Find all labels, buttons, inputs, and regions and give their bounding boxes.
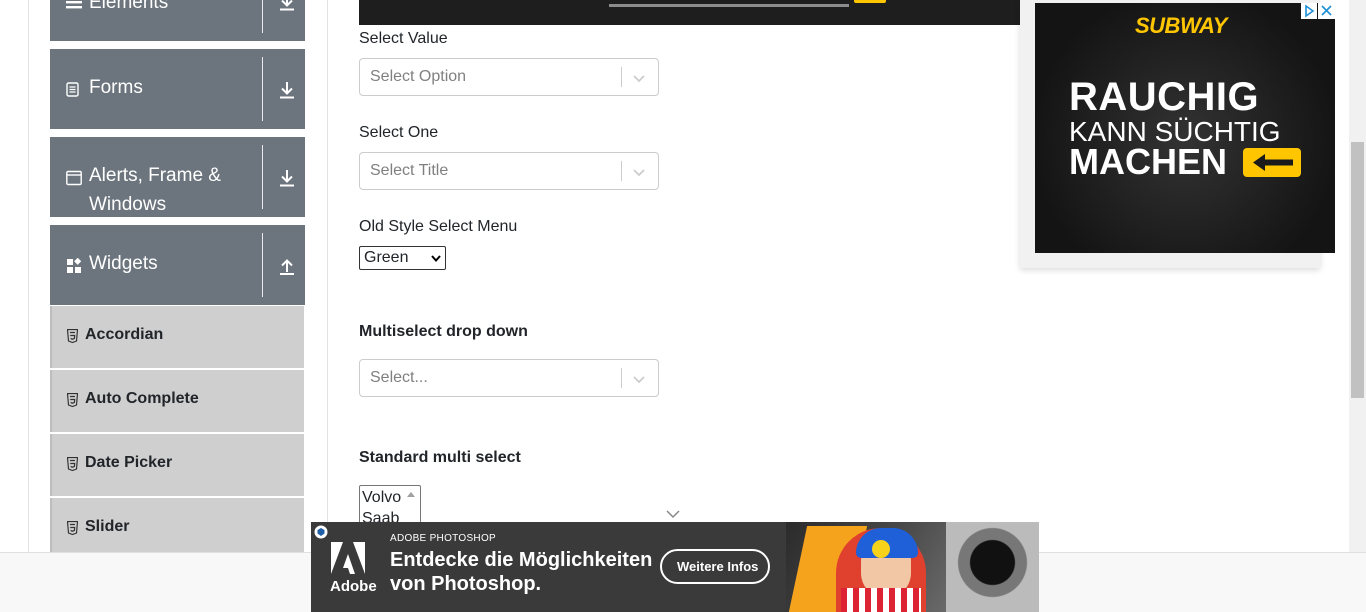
indicator-separator [621,368,622,388]
window-icon [66,170,82,186]
hamburger-icon [66,1,82,9]
document-icon [66,82,79,97]
standard-multi-select-label: Standard multi select [359,449,521,466]
sidebar-item-auto-complete[interactable]: Auto Complete [50,370,304,432]
sidebar-item-date-picker[interactable]: Date Picker [50,434,304,496]
subway-ad[interactable]: SUBWAY RAUCHIG KANN SÜCHTIG MACHEN [1020,0,1335,268]
banner-text-fragment [609,0,849,7]
scrollbar-thumb[interactable] [1351,142,1364,398]
download-arrow-icon[interactable] [277,168,297,188]
ad-headline-line1: Entdecke die Möglichkeiten [390,549,653,571]
sidebar-group-widgets[interactable]: Widgets [50,225,305,305]
divider [262,233,263,297]
sidebar-group-alerts-frame-windows[interactable]: Alerts, Frame & Windows [50,137,305,217]
standard-multi-select[interactable]: Volvo Saab [359,485,421,525]
chevron-down-icon [666,510,680,519]
sidebar-group-elements[interactable]: Elements [50,0,305,41]
sidebar-item-label: Auto Complete [85,390,199,407]
adobe-photoshop-ad[interactable]: Adobe ADOBE PHOTOSHOP Entdecke die Mögli… [311,522,1039,612]
chevron-down-icon[interactable] [631,371,647,387]
ad-headline-line3: MACHEN [1069,141,1227,182]
select-value-dropdown[interactable]: Select Option [359,58,659,96]
sidebar-item-label: Slider [85,518,130,535]
ad-headline-line2: von Photoshop. [390,573,542,595]
select-one-label: Select One [359,124,439,141]
select-one-placeholder: Select Title [370,162,449,179]
scroll-up-icon[interactable] [407,491,415,497]
subway-logo: SUBWAY [1135,13,1227,38]
old-style-select-menu[interactable]: Green [359,246,446,270]
ad-cta-label: Weitere Infos [677,559,759,574]
sidebar-group-label-line2: Windows [89,194,167,215]
subway-ad-creative[interactable]: SUBWAY RAUCHIG KANN SÜCHTIG MACHEN [1035,3,1335,253]
sidebar-group-forms[interactable]: Forms [50,49,305,129]
old-style-select-value: Green [364,249,409,266]
caret-down-icon [431,255,441,263]
old-style-select-label: Old Style Select Menu [359,218,518,235]
adobe-logo-icon [331,542,365,574]
download-arrow-icon[interactable] [277,0,297,12]
ad-headline-line1: RAUCHIG [1069,75,1260,119]
sidebar-item-label: Accordian [85,326,164,343]
download-arrow-icon[interactable] [277,80,297,100]
collage-flower [872,540,890,558]
listbox-option[interactable]: Volvo [362,489,401,507]
ad-info-icon[interactable] [314,525,328,539]
collage-stripes [841,588,921,612]
grid-icon [67,258,82,273]
indicator-separator [621,67,622,87]
ad-eyebrow: ADOBE PHOTOSHOP [390,533,497,544]
upload-arrow-icon[interactable] [277,256,297,276]
adobe-logo-box: Adobe [323,540,377,600]
banner-arrow-fragment [854,0,886,3]
divider [262,145,263,209]
chevron-down-icon[interactable] [631,70,647,86]
sidebar-item-label: Date Picker [85,454,173,471]
ad-collage-image [786,522,1039,612]
sidebar-group-label: Alerts, Frame & [89,165,221,186]
ad-cta-button[interactable]: Weitere Infos [660,549,770,584]
collage-camera [946,522,1039,612]
sidebar-item-slider[interactable]: Slider [50,498,304,560]
adchoices-icon[interactable] [1301,3,1317,19]
sidebar-group-label: Elements [89,0,169,13]
sidebar-group-label: Forms [89,77,143,98]
html5-icon [67,329,78,343]
multiselect-label: Multiselect drop down [359,323,528,340]
close-icon[interactable] [1318,3,1335,19]
adobe-logo-text: Adobe [330,578,377,595]
sidebar-group-label: Widgets [89,253,158,274]
html5-icon [67,521,78,535]
select-value-label: Select Value [359,30,448,47]
top-banner-ad[interactable] [359,0,1020,25]
multiselect-dropdown[interactable]: Select... [359,359,659,397]
select-value-placeholder: Select Option [370,68,467,85]
sidebar-item-accordian[interactable]: Accordian [50,306,304,368]
html5-icon [67,457,78,471]
multiselect-placeholder: Select... [370,369,428,386]
select-one-dropdown[interactable]: Select Title [359,152,659,190]
divider [262,0,263,33]
html5-icon [67,393,78,407]
arrow-left-icon [1243,148,1301,177]
indicator-separator [621,161,622,181]
chevron-down-icon[interactable] [631,164,647,180]
divider [262,57,263,121]
